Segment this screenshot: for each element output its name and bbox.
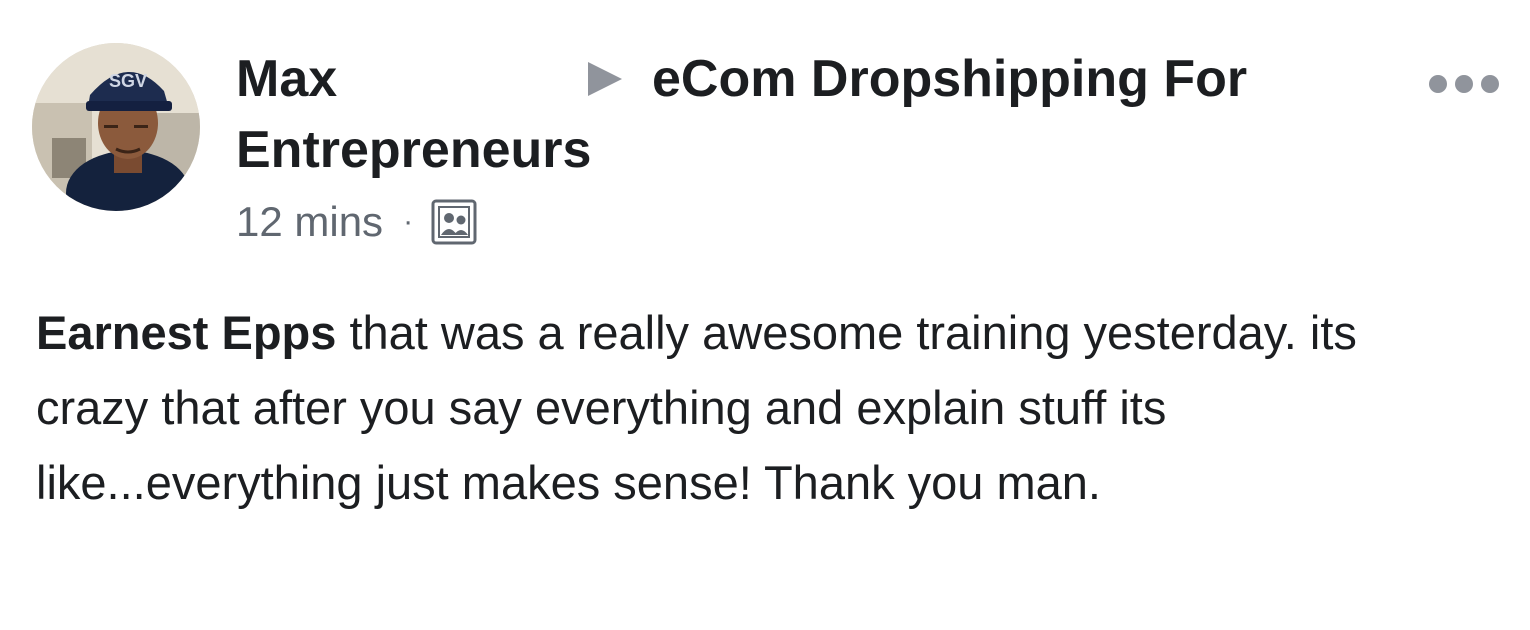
post-meta: 12 mins ·: [236, 195, 477, 249]
post-timestamp[interactable]: 12 mins: [236, 198, 383, 246]
meta-separator: ·: [403, 205, 414, 238]
avatar-image: SGV: [32, 43, 200, 211]
triangle-right-icon: [588, 62, 622, 96]
post-body: Earnest Epps that was a really awesome t…: [36, 295, 1476, 520]
group-name-continued[interactable]: Entrepreneurs: [236, 121, 591, 179]
author-name[interactable]: Max: [236, 50, 337, 108]
avatar-cap-text: SGV: [109, 71, 147, 91]
mention-link[interactable]: Earnest Epps: [36, 306, 336, 359]
avatar[interactable]: SGV: [32, 43, 200, 211]
group-icon: [431, 199, 477, 245]
group-name[interactable]: eCom Dropshipping For: [652, 50, 1247, 108]
more-horizontal-icon[interactable]: [1424, 70, 1504, 98]
